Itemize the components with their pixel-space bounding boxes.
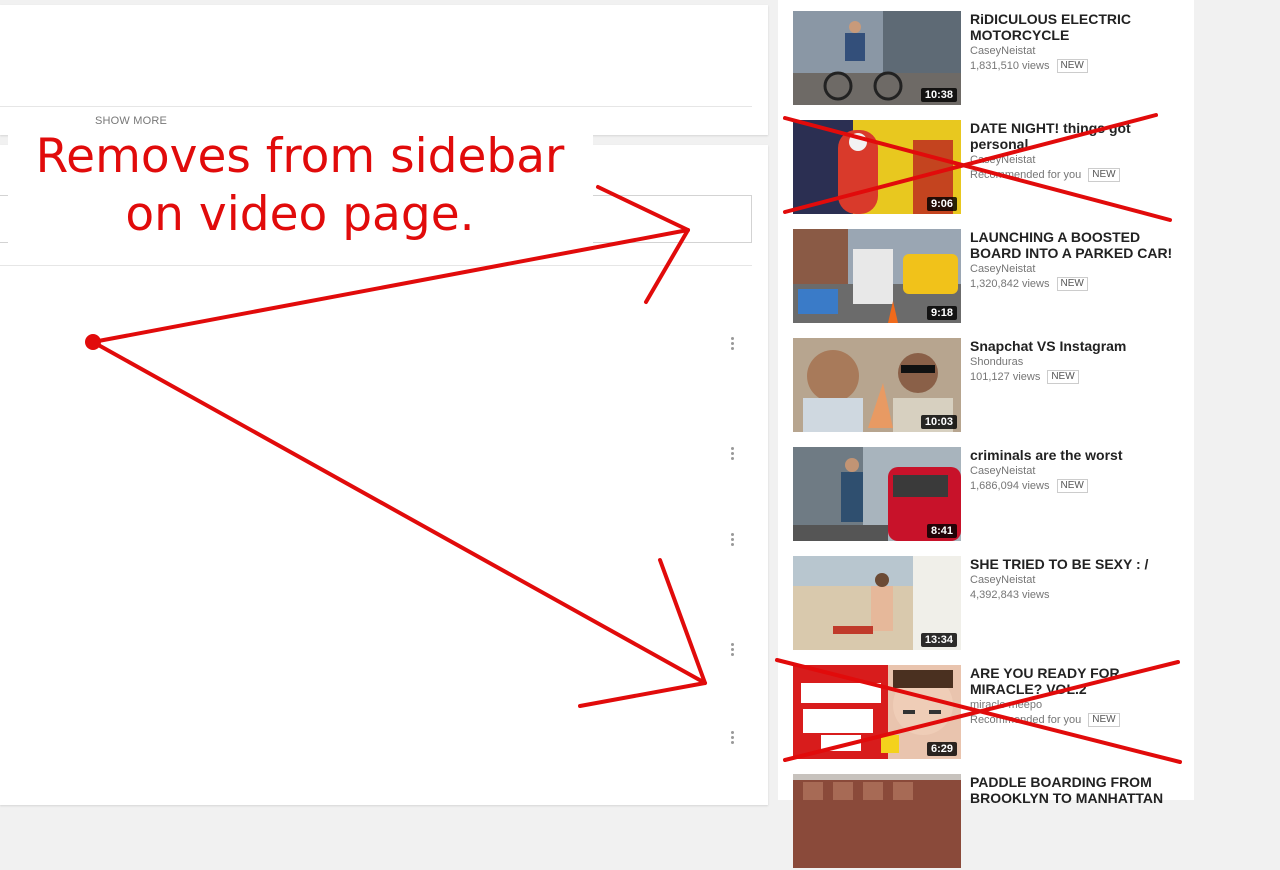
video-thumbnail[interactable]: 10:03 (793, 338, 961, 432)
video-thumbnail[interactable]: 10:38 (793, 11, 961, 105)
video-channel: Shonduras (970, 356, 1024, 368)
new-badge: NEW (1056, 479, 1088, 493)
video-item[interactable]: 9:06 DATE NIGHT! things got personal Cas… (793, 120, 1193, 216)
new-badge: NEW (1056, 277, 1088, 291)
video-item[interactable]: 10:03 Snapchat VS Instagram Shonduras 10… (793, 338, 1193, 434)
video-duration: 10:03 (920, 415, 957, 429)
video-channel: miracle meepo (970, 699, 1043, 711)
video-meta: Recommended for you NEW (970, 168, 1186, 183)
video-title[interactable]: RiDICULOUS ELECTRIC MOTORCYCLE (970, 11, 1186, 43)
video-duration: 13:34 (920, 633, 957, 647)
video-title[interactable]: PADDLE BOARDING FROM BROOKLYN TO MANHATT… (970, 774, 1186, 806)
video-title[interactable]: Snapchat VS Instagram (970, 338, 1186, 354)
video-item[interactable]: 10:38 RiDICULOUS ELECTRIC MOTORCYCLE Cas… (793, 11, 1193, 107)
video-channel: CaseyNeistat (970, 45, 1036, 57)
video-thumbnail[interactable] (793, 774, 961, 868)
video-duration: 9:06 (926, 197, 957, 211)
video-item[interactable]: 6:29 ARE YOU READY FOR MIRACLE? VOL.2 mi… (793, 665, 1193, 761)
video-channel: CaseyNeistat (970, 154, 1036, 166)
video-title[interactable]: DATE NIGHT! things got personal (970, 120, 1186, 152)
annotation-line-2: on video page. (125, 187, 475, 242)
new-badge: NEW (1047, 370, 1079, 384)
video-thumbnail[interactable]: 6:29 (793, 665, 961, 759)
video-title[interactable]: SHE TRIED TO BE SEXY : / (970, 556, 1186, 572)
video-meta: 1,831,510 views NEW (970, 59, 1186, 74)
video-views: 1,320,842 views (970, 278, 1050, 290)
video-thumbnail[interactable]: 13:34 (793, 556, 961, 650)
video-meta: Recommended for you NEW (970, 713, 1186, 728)
video-views: 1,686,094 views (970, 480, 1050, 492)
kebab-menu-icon[interactable] (727, 641, 737, 659)
video-title[interactable]: criminals are the worst (970, 447, 1186, 463)
video-thumbnail[interactable]: 9:06 (793, 120, 961, 214)
new-badge: NEW (1088, 713, 1120, 727)
video-channel: CaseyNeistat (970, 574, 1036, 586)
kebab-menu-icon[interactable] (727, 335, 737, 353)
new-badge: NEW (1088, 168, 1120, 182)
video-title[interactable]: ARE YOU READY FOR MIRACLE? VOL.2 (970, 665, 1186, 697)
video-meta: 1,686,094 views NEW (970, 479, 1186, 494)
kebab-menu-icon[interactable] (727, 531, 737, 549)
related-videos-sidebar: 10:38 RiDICULOUS ELECTRIC MOTORCYCLE Cas… (778, 0, 1194, 868)
annotation-line-1: Removes from sidebar (35, 129, 565, 184)
video-title[interactable]: LAUNCHING A BOOSTED BOARD INTO A PARKED … (970, 229, 1186, 261)
video-recommendation: Recommended for you (970, 714, 1082, 726)
video-recommendation: Recommended for you (970, 169, 1082, 181)
kebab-menu-icon[interactable] (727, 445, 737, 463)
video-item[interactable]: 9:18 LAUNCHING A BOOSTED BOARD INTO A PA… (793, 229, 1193, 325)
video-item[interactable]: 8:41 criminals are the worst CaseyNeista… (793, 447, 1193, 543)
divider (0, 106, 752, 107)
description-card: SHOW MORE (0, 5, 768, 135)
kebab-menu-icon[interactable] (727, 729, 737, 747)
video-channel: CaseyNeistat (970, 263, 1036, 275)
video-channel: CaseyNeistat (970, 465, 1036, 477)
video-thumbnail[interactable]: 9:18 (793, 229, 961, 323)
annotation-label: Removes from sidebar on video page. (0, 128, 600, 268)
video-meta: 4,392,843 views (970, 588, 1186, 603)
video-duration: 6:29 (926, 742, 957, 756)
video-views: 101,127 views (970, 371, 1041, 383)
video-duration: 10:38 (920, 88, 957, 102)
video-duration: 9:18 (926, 306, 957, 320)
video-duration: 8:41 (926, 524, 957, 538)
video-views: 4,392,843 views (970, 589, 1050, 601)
video-item[interactable]: 13:34 SHE TRIED TO BE SEXY : / CaseyNeis… (793, 556, 1193, 652)
video-views: 1,831,510 views (970, 60, 1050, 72)
video-meta: 1,320,842 views NEW (970, 277, 1186, 292)
video-thumbnail[interactable]: 8:41 (793, 447, 961, 541)
video-meta: 101,127 views NEW (970, 370, 1186, 385)
new-badge: NEW (1056, 59, 1088, 73)
video-item[interactable]: PADDLE BOARDING FROM BROOKLYN TO MANHATT… (793, 774, 1193, 870)
show-more-button[interactable]: SHOW MORE (95, 115, 167, 127)
